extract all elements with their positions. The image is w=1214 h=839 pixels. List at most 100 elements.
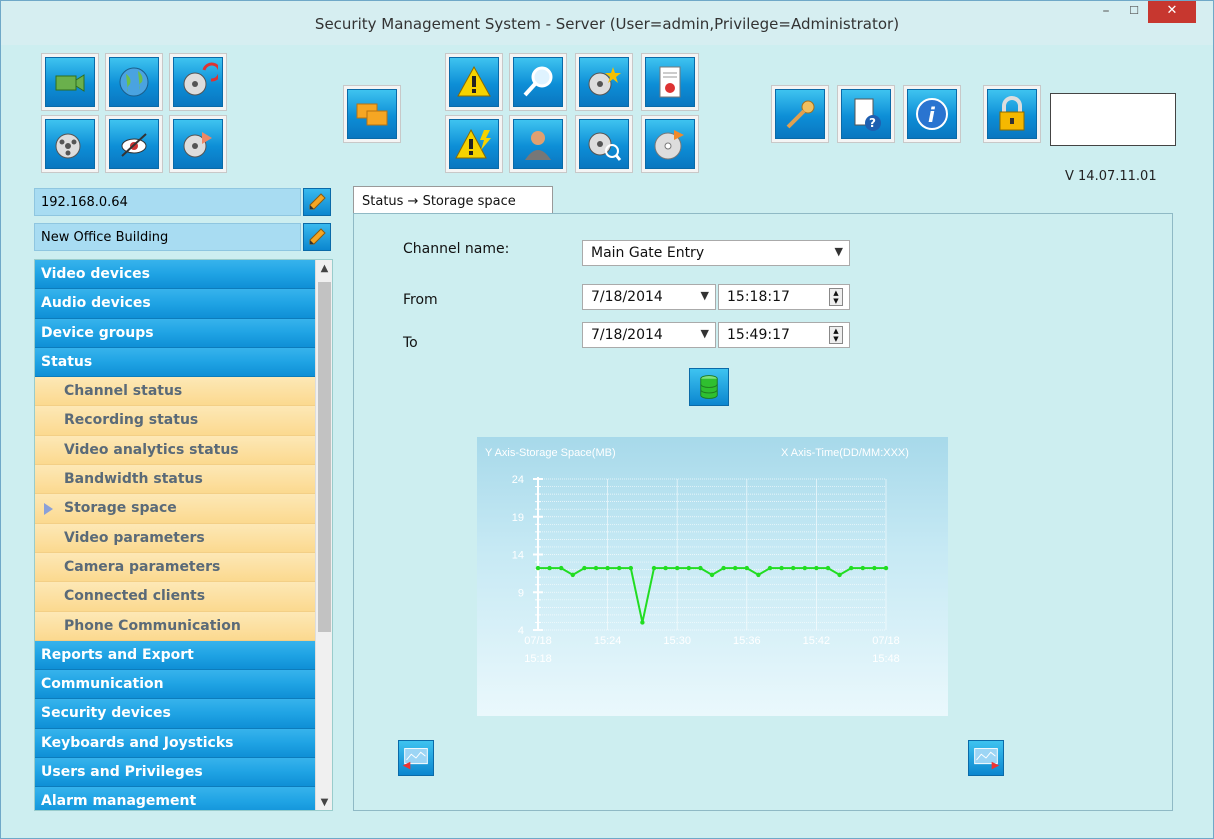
alarm-event-button[interactable]: [445, 115, 503, 173]
query-storage-button[interactable]: [689, 368, 729, 406]
to-time-field[interactable]: 15:49:17 ▲ ▼: [718, 322, 850, 348]
user-button[interactable]: [509, 115, 567, 173]
film-export-button[interactable]: [169, 115, 227, 173]
time-spinner-icon[interactable]: ▲ ▼: [829, 288, 843, 306]
nav-recording-status[interactable]: Recording status: [35, 406, 315, 436]
x-tick-label: 15:18: [524, 653, 552, 665]
nav-device-groups[interactable]: Device groups: [35, 318, 315, 348]
to-label: To: [403, 335, 418, 351]
search-icon: [523, 66, 553, 97]
edit-ip-button[interactable]: [303, 188, 331, 216]
film-search-button[interactable]: [575, 115, 633, 173]
y-tick-label: 14: [512, 550, 524, 562]
key-button[interactable]: [771, 85, 829, 143]
data-point: [617, 565, 622, 571]
document-chart-icon: [659, 66, 681, 98]
nav-storage-space[interactable]: Storage space: [35, 494, 315, 524]
x-tick-label: 07/18: [524, 635, 552, 647]
svg-text:?: ?: [869, 116, 876, 130]
time-spinner-icon[interactable]: ▲ ▼: [829, 326, 843, 344]
y-axis-title: Y Axis-Storage Space(MB): [485, 447, 616, 459]
chevron-down-icon: ▼: [700, 289, 709, 302]
selected-arrow-icon: [44, 503, 53, 516]
data-point: [837, 572, 842, 578]
nav-phone-communication[interactable]: Phone Communication: [35, 611, 315, 641]
data-point: [814, 565, 819, 571]
nav-keyboards-joysticks[interactable]: Keyboards and Joysticks: [35, 728, 315, 759]
from-time-field[interactable]: 15:18:17 ▲ ▼: [718, 284, 850, 310]
nav-channel-status[interactable]: Channel status: [35, 377, 315, 407]
pencil-icon: [309, 228, 326, 245]
nav-video-parameters[interactable]: Video parameters: [35, 523, 315, 553]
nav-video-devices[interactable]: Video devices: [35, 260, 315, 290]
film-favorite-button[interactable]: [575, 53, 633, 111]
nav-bandwidth-status[interactable]: Bandwidth status: [35, 465, 315, 495]
chart-previous-icon: [402, 748, 428, 770]
data-point: [802, 565, 807, 571]
from-date-picker[interactable]: 7/18/2014 ▼: [582, 284, 716, 310]
data-point: [721, 565, 726, 571]
nav-communication[interactable]: Communication: [35, 670, 315, 700]
from-time-value: 15:18:17: [727, 289, 790, 305]
globe-button[interactable]: [105, 53, 163, 111]
film-reel-sync-icon: [183, 62, 218, 96]
nav-alarm-management[interactable]: Alarm management: [35, 787, 315, 810]
scroll-thumb[interactable]: [318, 282, 331, 632]
search-button[interactable]: [509, 53, 567, 111]
site-name-field: New Office Building: [34, 223, 301, 251]
multi-window-button[interactable]: [343, 85, 401, 143]
lock-icon: [999, 96, 1025, 131]
password-field[interactable]: [1050, 93, 1176, 146]
nav-security-devices[interactable]: Security devices: [35, 699, 315, 729]
next-period-button[interactable]: [968, 740, 1004, 776]
film-export-icon: [183, 132, 212, 158]
nav-camera-parameters[interactable]: Camera parameters: [35, 552, 315, 583]
tab-storage-space[interactable]: Status → Storage space: [353, 186, 553, 214]
nav-audio-devices[interactable]: Audio devices: [35, 289, 315, 319]
video-camera-icon: [55, 74, 85, 92]
edit-site-button[interactable]: [303, 223, 331, 251]
channel-select-value: Main Gate Entry: [591, 245, 705, 261]
from-label: From: [403, 292, 438, 308]
x-tick-label: 15:42: [803, 635, 831, 647]
nav-reports-export[interactable]: Reports and Export: [35, 640, 315, 671]
film-sync-button[interactable]: [169, 53, 227, 111]
data-point: [883, 565, 889, 571]
x-tick-label: 07/18: [872, 635, 900, 647]
alarm-button[interactable]: [445, 53, 503, 111]
to-date-value: 7/18/2014: [591, 327, 663, 343]
nav-connected-clients[interactable]: Connected clients: [35, 582, 315, 612]
to-date-picker[interactable]: 7/18/2014 ▼: [582, 322, 716, 348]
video-camera-button[interactable]: [41, 53, 99, 111]
eye-target-button[interactable]: [105, 115, 163, 173]
help-document-button[interactable]: ?: [837, 85, 895, 143]
nav-scrollbar[interactable]: ▲ ▼: [315, 260, 332, 810]
scroll-down-icon[interactable]: ▼: [316, 794, 332, 810]
data-point: [767, 565, 773, 571]
x-tick-label: 15:30: [663, 635, 691, 647]
film-view-button[interactable]: [41, 115, 99, 173]
data-point: [779, 565, 784, 571]
disc-export-button[interactable]: [641, 115, 699, 173]
channel-name-label: Channel name:: [403, 241, 510, 257]
scroll-up-icon[interactable]: ▲: [316, 260, 332, 278]
channel-select[interactable]: Main Gate Entry ▼: [582, 240, 850, 266]
previous-period-button[interactable]: [398, 740, 434, 776]
warning-flash-icon: [455, 128, 491, 159]
close-button[interactable]: ✕: [1148, 1, 1196, 23]
report-button[interactable]: [641, 53, 699, 111]
data-point: [756, 572, 761, 578]
version-label: V 14.07.11.01: [1065, 169, 1157, 184]
nav-status[interactable]: Status: [35, 347, 315, 378]
maximize-button[interactable]: ☐: [1119, 1, 1149, 23]
server-ip-field: 192.168.0.64: [34, 188, 301, 216]
info-icon: i: [916, 98, 948, 130]
chevron-down-icon: ▼: [700, 327, 709, 340]
nav-video-analytics-status[interactable]: Video analytics status: [35, 435, 315, 466]
data-point: [535, 565, 541, 571]
minimize-button[interactable]: –: [1091, 1, 1121, 23]
lock-button[interactable]: [983, 85, 1041, 143]
nav-users-privileges[interactable]: Users and Privileges: [35, 758, 315, 788]
info-button[interactable]: i: [903, 85, 961, 143]
data-point: [663, 565, 668, 571]
